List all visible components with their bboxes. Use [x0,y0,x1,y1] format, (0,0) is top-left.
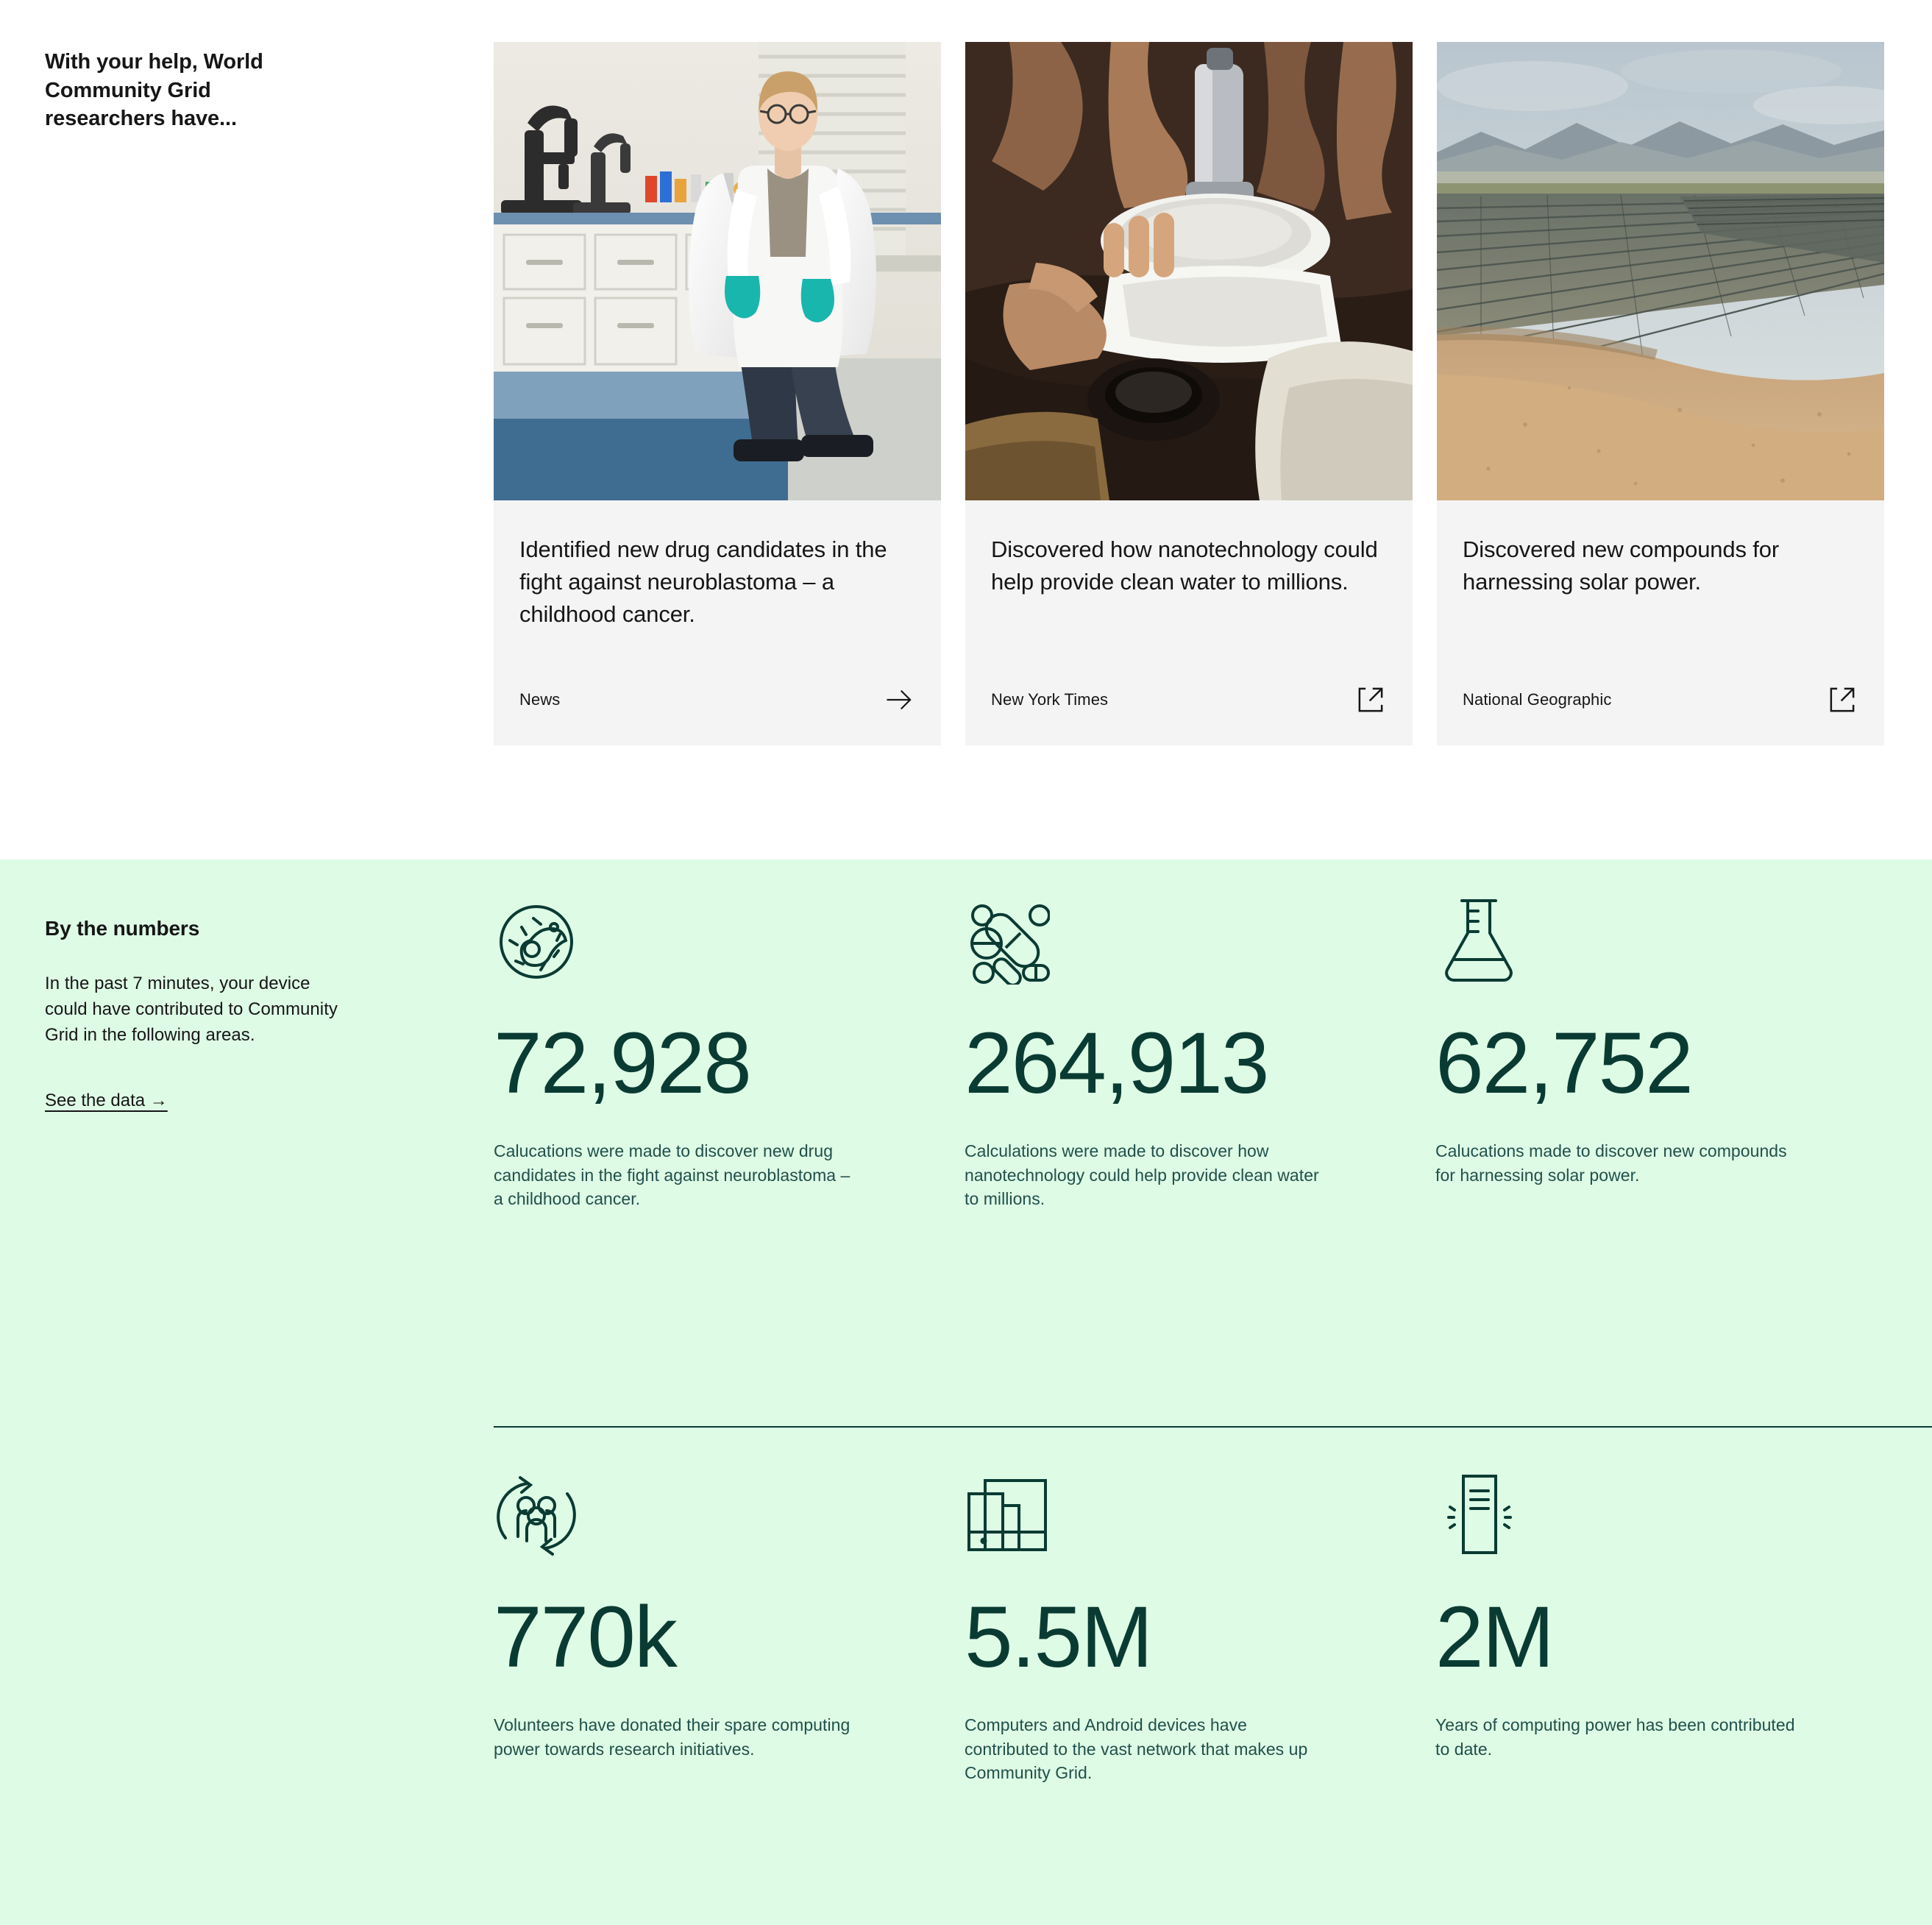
highlight-cards-row: Identified new drug candidates in the fi… [494,42,1884,746]
stat-card: 62,752 Calucations made to discover new … [1435,882,1906,1211]
section-description: In the past 7 minutes, your device could… [45,974,338,1045]
card-body: Discovered how nanotechnology could help… [965,500,1413,631]
card-source-label: National Geographic [1463,690,1612,709]
devices-icon [965,1456,1391,1559]
external-link-icon[interactable] [1826,684,1858,716]
card-title: Discovered how nanotechnology could help… [991,536,1378,595]
stat-card: 2M Years of computing power has been con… [1435,1456,1906,1785]
card-footer[interactable]: National Geographic [1437,684,1884,745]
card-footer[interactable]: New York Times [965,684,1413,745]
erlenmeyer-flask-icon [1435,882,1862,985]
section-title: By the numbers [45,917,200,940]
stats-row-2: 770k Volunteers have donated their spare… [494,1456,1932,1785]
stat-card: 5.5M Computers and Android devices have … [965,1456,1435,1785]
by-the-numbers-intro: By the numbers In the past 7 minutes, yo… [45,917,354,1111]
stat-description: Computers and Android devices have contr… [965,1715,1308,1783]
stat-value: 5.5M [965,1589,1153,1686]
stat-value: 2M [1435,1589,1555,1686]
card-source-label: New York Times [991,690,1109,709]
arrow-right-icon[interactable] [883,684,915,716]
pills-capsules-icon [965,882,1391,985]
community-people-cycle-icon [494,1456,920,1559]
stat-description: Calucations made to discover new compoun… [1435,1141,1787,1185]
stat-value: 62,752 [1435,1015,1694,1112]
stats-divider [494,1426,1932,1428]
stat-card: 264,913 Calculations were made to discov… [965,882,1435,1211]
stat-value: 770k [494,1589,678,1686]
stat-card: 72,928 Calucations were made to discover… [494,882,965,1211]
card-image-water-filtering [965,42,1413,500]
stat-description: Calculations were made to discover how n… [965,1141,1319,1209]
highlight-card[interactable]: Discovered new compounds for harnessing … [1437,42,1884,746]
external-link-icon[interactable] [1354,684,1387,716]
server-signal-icon [1435,1456,1862,1559]
highlight-card[interactable]: Discovered how nanotechnology could help… [965,42,1413,746]
card-source-label: News [519,690,561,709]
stat-description: Years of computing power has been contri… [1435,1715,1795,1759]
by-the-numbers-section: By the numbers In the past 7 minutes, yo… [0,859,1932,1925]
card-body: Identified new drug candidates in the fi… [494,500,941,631]
card-title: Discovered new compounds for harnessing … [1463,536,1780,595]
card-body: Discovered new compounds for harnessing … [1437,500,1884,631]
stats-row-1: 72,928 Calucations were made to discover… [494,882,1932,1211]
card-image-lab-scientist [494,42,941,500]
see-the-data-link[interactable]: See the data → [45,1091,168,1111]
cell-biology-icon [494,882,920,985]
card-title: Identified new drug candidates in the fi… [519,536,887,628]
stat-description: Volunteers have donated their spare comp… [494,1715,850,1759]
research-highlights-section: With your help, World Community Grid res… [0,0,1932,859]
stat-card: 770k Volunteers have donated their spare… [494,1456,965,1785]
stat-value: 264,913 [965,1015,1270,1112]
card-footer[interactable]: News [494,684,941,745]
highlight-card[interactable]: Identified new drug candidates in the fi… [494,42,941,746]
stat-description: Calucations were made to discover new dr… [494,1141,850,1209]
card-image-solar-farm [1437,42,1884,500]
page-title: With your help, World Community Grid res… [45,50,263,131]
stat-value: 72,928 [494,1015,752,1112]
